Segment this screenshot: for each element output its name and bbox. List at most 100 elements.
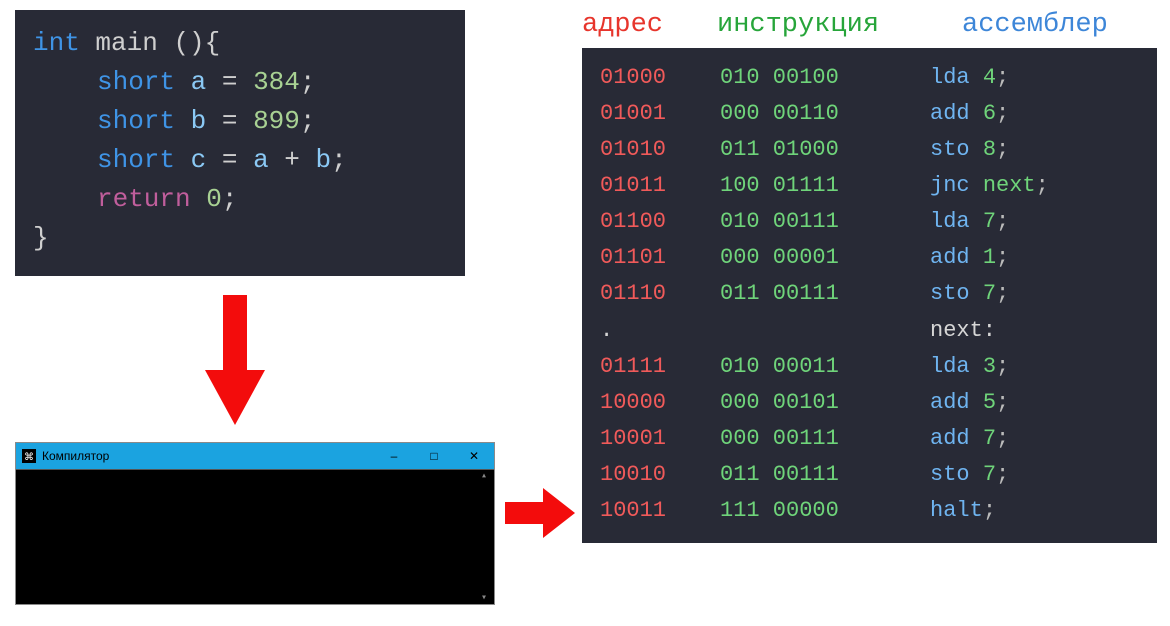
asm-instruction — [720, 313, 930, 349]
asm-mnemonic: jnc next; — [930, 168, 1049, 204]
close-button[interactable]: ✕ — [454, 443, 494, 469]
asm-row: 01100010 00111lda 7; — [600, 204, 1139, 240]
asm-body: 01000010 00100lda 4;01001000 00110add 6;… — [582, 48, 1157, 543]
asm-row: 01001000 00110add 6; — [600, 96, 1139, 132]
asm-row: 10010011 00111sto 7; — [600, 457, 1139, 493]
function-name: main — [95, 28, 157, 58]
asm-instruction: 000 00110 — [720, 96, 930, 132]
brace: } — [33, 223, 49, 253]
asm-mnemonic: sto 8; — [930, 132, 1009, 168]
var-ref: a — [253, 145, 269, 175]
asm-address: 01111 — [600, 349, 720, 385]
asm-headers: адрес инструкция ассемблер — [582, 10, 1157, 40]
asm-instruction: 000 00001 — [720, 240, 930, 276]
asm-mnemonic: next: — [930, 313, 996, 349]
asm-mnemonic: add 6; — [930, 96, 1009, 132]
var-ref: b — [316, 145, 332, 175]
asm-mnemonic: halt; — [930, 493, 996, 529]
number-literal: 384 — [253, 67, 300, 97]
asm-instruction: 010 00111 — [720, 204, 930, 240]
asm-address: 01101 — [600, 240, 720, 276]
titlebar[interactable]: ⌘ Компилятор – □ ✕ — [16, 443, 494, 469]
asm-row: 01111010 00011lda 3; — [600, 349, 1139, 385]
scrollbar[interactable]: ▴ ▾ — [476, 470, 492, 604]
asm-instruction: 011 00111 — [720, 457, 930, 493]
asm-row: 01110011 00111sto 7; — [600, 276, 1139, 312]
punct: () — [173, 28, 204, 58]
arrow-down-icon — [205, 295, 265, 425]
compiler-window: ⌘ Компилятор – □ ✕ ▴ ▾ — [15, 442, 495, 605]
asm-address: 10010 — [600, 457, 720, 493]
asm-address: 01110 — [600, 276, 720, 312]
asm-row: 01011100 01111jnc next; — [600, 168, 1139, 204]
header-instruction: инструкция — [717, 10, 962, 40]
var-name: c — [191, 145, 207, 175]
assembly-panel: адрес инструкция ассемблер 01000010 0010… — [582, 10, 1157, 543]
semi: ; — [222, 184, 238, 214]
asm-mnemonic: lda 3; — [930, 349, 1009, 385]
asm-row: 10000000 00101add 5; — [600, 385, 1139, 421]
asm-address: 01010 — [600, 132, 720, 168]
var-name: b — [191, 106, 207, 136]
keyword-type: short — [97, 145, 175, 175]
asm-row: 10011111 00000halt; — [600, 493, 1139, 529]
asm-instruction: 010 00100 — [720, 60, 930, 96]
number-literal: 899 — [253, 106, 300, 136]
svg-text:⌘: ⌘ — [24, 452, 34, 463]
asm-address: . — [600, 313, 720, 349]
plus: + — [284, 145, 300, 175]
asm-instruction: 011 01000 — [720, 132, 930, 168]
asm-label-row: . next: — [600, 313, 1139, 349]
asm-instruction: 000 00111 — [720, 421, 930, 457]
asm-address: 10001 — [600, 421, 720, 457]
console-body[interactable]: ▴ ▾ — [16, 469, 494, 604]
asm-mnemonic: sto 7; — [930, 457, 1009, 493]
asm-address: 01011 — [600, 168, 720, 204]
brace: { — [205, 28, 221, 58]
asm-mnemonic: add 7; — [930, 421, 1009, 457]
asm-instruction: 011 00111 — [720, 276, 930, 312]
scroll-down-icon[interactable]: ▾ — [481, 592, 487, 604]
header-assembler: ассемблер — [962, 10, 1108, 40]
scroll-up-icon[interactable]: ▴ — [481, 470, 487, 482]
window-title: Компилятор — [42, 449, 374, 463]
eq: = — [222, 106, 238, 136]
number-literal: 0 — [206, 184, 222, 214]
var-name: a — [191, 67, 207, 97]
code-line: short a = 384; — [33, 63, 447, 102]
code-line: short c = a + b; — [33, 141, 447, 180]
asm-address: 10000 — [600, 385, 720, 421]
keyword-type: short — [97, 106, 175, 136]
maximize-button[interactable]: □ — [414, 443, 454, 469]
source-code-block: int main (){ short a = 384; short b = 89… — [15, 10, 465, 276]
semi: ; — [331, 145, 347, 175]
arrow-right-icon — [505, 488, 575, 538]
code-line: } — [33, 219, 447, 258]
asm-row: 01101000 00001add 1; — [600, 240, 1139, 276]
asm-instruction: 111 00000 — [720, 493, 930, 529]
asm-row: 01010011 01000sto 8; — [600, 132, 1139, 168]
asm-row: 01000010 00100lda 4; — [600, 60, 1139, 96]
asm-instruction: 100 01111 — [720, 168, 930, 204]
semi: ; — [300, 67, 316, 97]
asm-instruction: 000 00101 — [720, 385, 930, 421]
asm-mnemonic: lda 7; — [930, 204, 1009, 240]
minimize-button[interactable]: – — [374, 443, 414, 469]
header-address: адрес — [582, 10, 717, 40]
eq: = — [222, 145, 238, 175]
keyword-type: int — [33, 28, 80, 58]
asm-mnemonic: lda 4; — [930, 60, 1009, 96]
asm-instruction: 010 00011 — [720, 349, 930, 385]
keyword-return: return — [97, 184, 191, 214]
cmd-icon: ⌘ — [22, 449, 36, 463]
asm-mnemonic: sto 7; — [930, 276, 1009, 312]
asm-address: 01000 — [600, 60, 720, 96]
code-line: return 0; — [33, 180, 447, 219]
asm-mnemonic: add 5; — [930, 385, 1009, 421]
asm-address: 01001 — [600, 96, 720, 132]
eq: = — [222, 67, 238, 97]
keyword-type: short — [97, 67, 175, 97]
asm-address: 01100 — [600, 204, 720, 240]
asm-row: 10001000 00111add 7; — [600, 421, 1139, 457]
semi: ; — [300, 106, 316, 136]
